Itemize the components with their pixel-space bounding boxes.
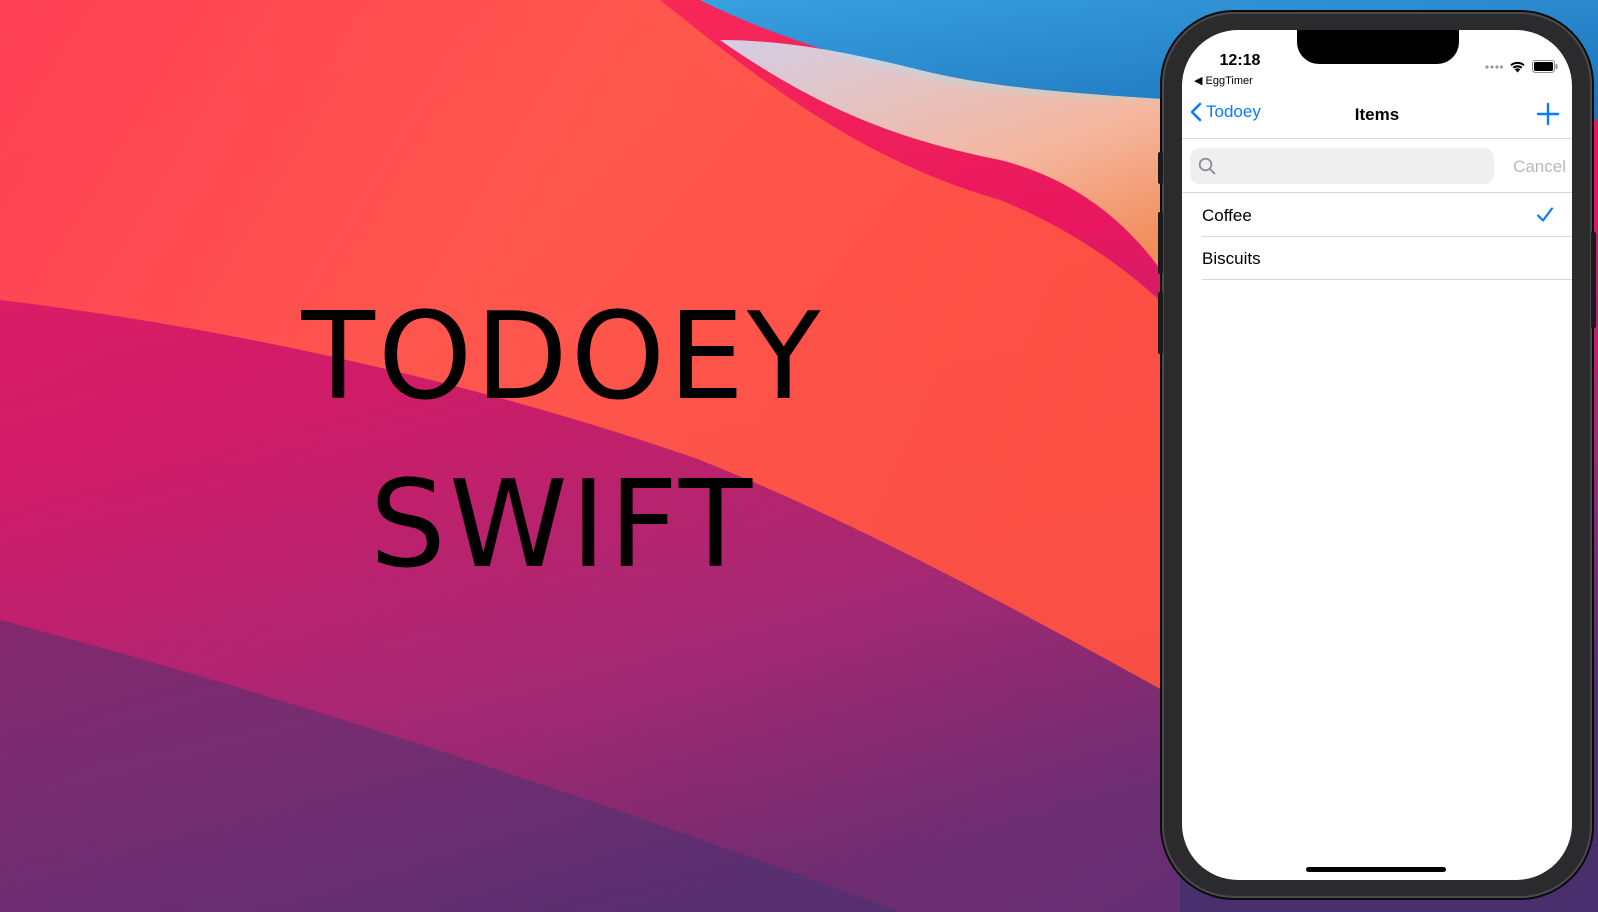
notch [1297,30,1459,64]
volume-down-button [1158,292,1163,354]
search-divider [1182,192,1572,193]
search-cancel-button[interactable]: Cancel [1513,157,1566,177]
checkmark-icon [1536,207,1554,222]
volume-up-button [1158,212,1163,274]
items-list: Coffee Biscuits [1182,194,1572,280]
search-bar: Cancel [1182,142,1572,190]
status-time: 12:18 [1219,52,1261,69]
signal-dots-icon [1485,64,1503,69]
navigation-bar: Todoey Items [1182,94,1572,138]
plus-icon[interactable] [1534,100,1562,128]
list-item[interactable]: Biscuits [1182,237,1572,280]
hero-title-line-1: TODOEY [301,288,824,427]
wifi-icon [1510,61,1525,73]
row-separator [1202,279,1572,280]
nav-title: Items [1354,105,1400,124]
iphone-simulator: 12:18 ◀ EggTimer Todoey Items Cancel Cof… [1158,12,1596,898]
phone-screen: 12:18 ◀ EggTimer Todoey Items Cancel Cof… [1182,30,1572,880]
hero-title-line-2: SWIFT [369,456,756,595]
home-indicator[interactable] [1306,867,1446,872]
search-input[interactable] [1222,148,1490,186]
nav-divider [1182,138,1572,139]
status-icons [1485,60,1558,73]
search-field[interactable] [1190,148,1494,186]
list-item-label: Coffee [1202,206,1252,225]
search-icon [1198,157,1216,175]
back-to-app-link[interactable]: ◀ EggTimer [1194,74,1253,87]
list-item-label: Biscuits [1202,249,1261,268]
desktop-stage: TODOEY SWIFT 12:18 ◀ EggTimer Todoey Ite… [0,0,1598,912]
battery-icon [1532,60,1558,73]
list-item[interactable]: Coffee [1182,194,1572,237]
power-button [1591,232,1596,328]
action-button [1158,152,1163,184]
